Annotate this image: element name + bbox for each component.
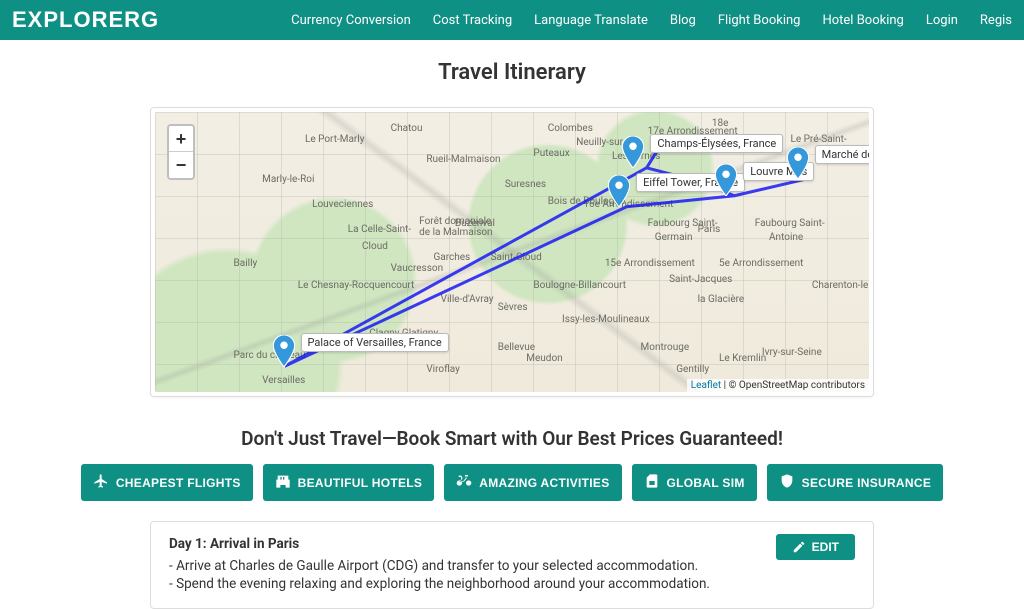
chip-label: AMAZING ACTIVITIES — [479, 476, 609, 490]
nav-cost[interactable]: Cost Tracking — [433, 13, 512, 28]
nav-register[interactable]: Regis — [980, 13, 1012, 28]
nav-currency[interactable]: Currency Conversion — [291, 13, 411, 28]
main-nav: Currency Conversion Cost Tracking Langua… — [291, 13, 1012, 28]
zoom-in-button[interactable]: + — [169, 126, 193, 152]
page-title: Travel Itinerary — [0, 60, 1024, 85]
map-container: + − Leaflet | © OpenStreetMap contributo… — [150, 107, 874, 397]
chip-label: CHEAPEST FLIGHTS — [116, 476, 241, 490]
nav-blog[interactable]: Blog — [670, 13, 696, 28]
pin-icon — [608, 175, 630, 207]
map-attribution: Leaflet | © OpenStreetMap contributors — [687, 379, 869, 392]
map-marker[interactable]: Louvre Mus — [715, 164, 737, 196]
route-line — [155, 112, 869, 391]
pin-icon — [273, 335, 295, 367]
chip-label: SECURE INSURANCE — [802, 476, 931, 490]
booking-chip-row: CHEAPEST FLIGHTS BEAUTIFUL HOTELS AMAZING … — [0, 464, 1024, 501]
itin-line: - Spend the evening relaxing and explori… — [169, 576, 855, 592]
chip-shield[interactable]: SECURE INSURANCE — [767, 464, 943, 501]
pin-icon — [622, 136, 644, 168]
chip-hotel[interactable]: BEAUTIFUL HOTELS — [263, 464, 435, 501]
map-canvas[interactable]: + − Leaflet | © OpenStreetMap contributo… — [155, 112, 869, 392]
edit-button-label: EDIT — [812, 540, 839, 554]
plane-icon — [93, 473, 109, 492]
edit-button[interactable]: EDIT — [776, 534, 855, 560]
chip-sim[interactable]: GLOBAL SIM — [632, 464, 757, 501]
tagline: Don't Just Travel—Book Smart with Our Be… — [0, 427, 1024, 450]
itin-line: - Arrive at Charles de Gaulle Airport (C… — [169, 558, 855, 574]
nav-translate[interactable]: Language Translate — [534, 13, 648, 28]
map-marker[interactable]: Palace of Versailles, France — [273, 335, 295, 367]
zoom-out-button[interactable]: − — [169, 152, 193, 178]
marker-label: Marché des Enfants R — [815, 145, 869, 164]
map-marker[interactable]: Eiffel Tower, France — [608, 175, 630, 207]
shield-icon — [779, 473, 795, 492]
osm-credit: | © OpenStreetMap contributors — [721, 380, 865, 391]
map-marker[interactable]: Champs-Élysées, France — [622, 136, 644, 168]
bike-icon — [456, 473, 472, 492]
zoom-control: + − — [167, 124, 195, 180]
sim-icon — [644, 473, 660, 492]
pin-icon — [715, 164, 737, 196]
leaflet-link[interactable]: Leaflet — [691, 380, 721, 391]
marker-label: Champs-Élysées, France — [650, 134, 783, 153]
brand-logo[interactable]: EXPLORERG — [12, 7, 159, 33]
pin-icon — [787, 147, 809, 179]
map-marker[interactable]: Marché des Enfants R — [787, 147, 809, 179]
pencil-icon — [792, 540, 806, 554]
itinerary-card: EDIT Day 1: Arrival in Paris - Arrive at… — [150, 521, 874, 609]
nav-login[interactable]: Login — [926, 13, 958, 28]
day-heading: Day 1: Arrival in Paris — [169, 536, 855, 552]
nav-flight[interactable]: Flight Booking — [718, 13, 801, 28]
chip-bike[interactable]: AMAZING ACTIVITIES — [444, 464, 621, 501]
chip-label: BEAUTIFUL HOTELS — [298, 476, 423, 490]
top-nav-bar: EXPLORERG Currency Conversion Cost Track… — [0, 0, 1024, 40]
nav-hotel[interactable]: Hotel Booking — [822, 13, 903, 28]
marker-label: Palace of Versailles, France — [301, 333, 449, 352]
hotel-icon — [275, 473, 291, 492]
chip-label: GLOBAL SIM — [667, 476, 745, 490]
chip-plane[interactable]: CHEAPEST FLIGHTS — [81, 464, 253, 501]
